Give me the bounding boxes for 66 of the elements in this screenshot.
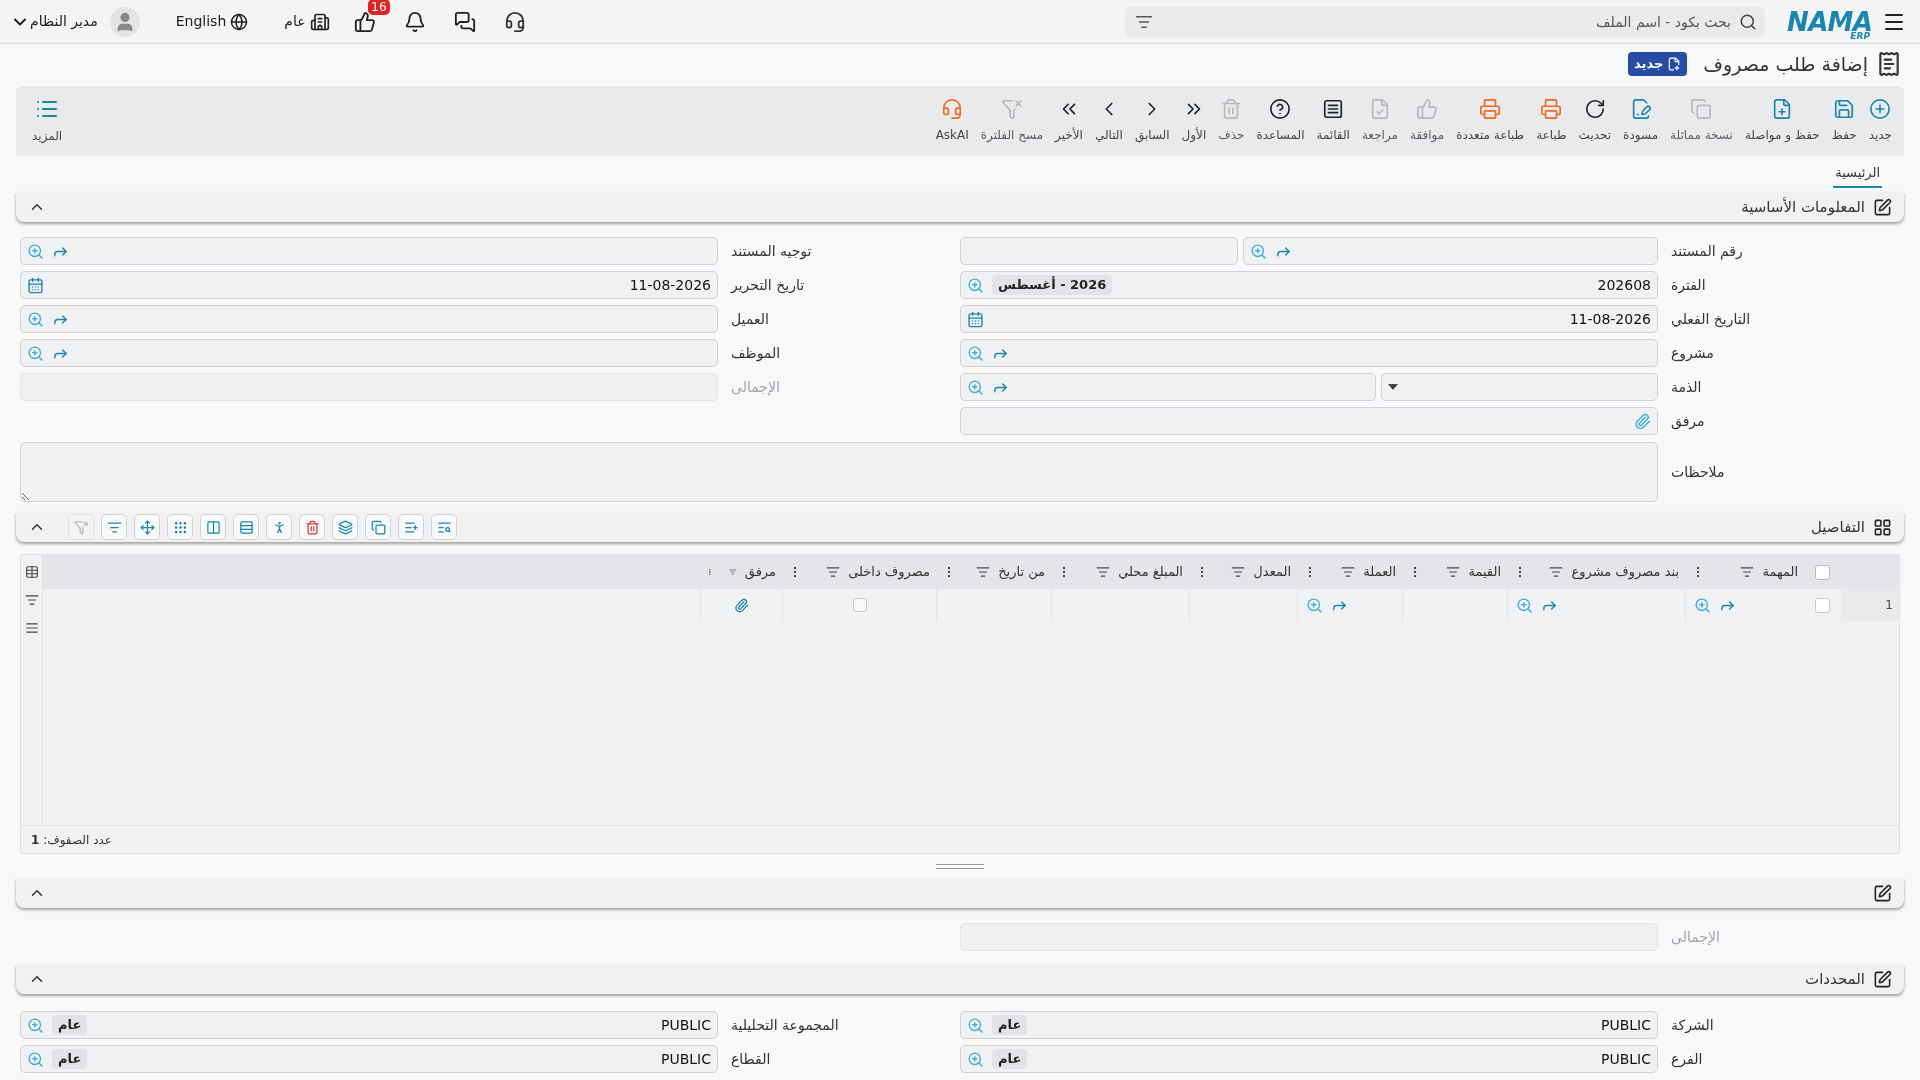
date-field[interactable]: 11-08-2026 bbox=[960, 305, 1658, 333]
field-label: الفرع bbox=[1671, 1051, 1703, 1067]
column-header[interactable]: المعدل bbox=[1189, 555, 1297, 589]
field-value: PUBLIC bbox=[661, 1015, 711, 1035]
field-value: PUBLIC bbox=[1601, 1015, 1651, 1035]
value-tag: عام bbox=[992, 1049, 1028, 1069]
field-label: تاريخ التحرير bbox=[731, 277, 805, 293]
toolbar-button[interactable]: الأخير bbox=[1049, 98, 1089, 144]
section-title: التفاصيل bbox=[1810, 516, 1865, 538]
field-label: الفترة bbox=[1671, 277, 1706, 293]
field-label: مرفق bbox=[1671, 413, 1705, 429]
toolbar-button[interactable]: الأول bbox=[1175, 98, 1213, 144]
tab[interactable]: الرئيسية bbox=[1833, 162, 1882, 188]
column-header[interactable]: من تاريخ bbox=[936, 555, 1051, 589]
date-field[interactable]: 11-08-2026 bbox=[20, 271, 718, 299]
column-header[interactable]: القيمة bbox=[1402, 555, 1507, 589]
field-label: الإجمالى bbox=[1671, 929, 1720, 945]
field-label: مشروع bbox=[1671, 345, 1714, 361]
row-number: 1 bbox=[1885, 597, 1893, 614]
toolbar-button[interactable]: طباعة bbox=[1530, 98, 1573, 144]
branch-button[interactable]: عام bbox=[284, 11, 330, 32]
field-label: العميل bbox=[731, 311, 769, 327]
toolbar-button[interactable]: القائمة bbox=[1310, 98, 1356, 144]
section-title: المحددات bbox=[1805, 968, 1865, 990]
value-tag: عام bbox=[52, 1049, 88, 1069]
field-label: الشركة bbox=[1671, 1017, 1714, 1033]
field-value: 11-08-2026 bbox=[629, 275, 711, 295]
column-header[interactable]: العملة bbox=[1297, 555, 1402, 589]
toolbar-button[interactable]: جديد bbox=[1862, 98, 1898, 144]
field-label: القطاع bbox=[731, 1051, 771, 1067]
field-label: توجيه المستند bbox=[731, 243, 812, 259]
field-label: المجموعة التحليلية bbox=[731, 1017, 839, 1033]
toolbar-button[interactable]: طباعة متعددة bbox=[1450, 98, 1531, 144]
field-value: 11-08-2026 bbox=[1569, 309, 1651, 329]
toolbar-button[interactable]: حفظ و مواصلة bbox=[1738, 98, 1826, 144]
user-menu[interactable]: مدير النظام bbox=[14, 11, 98, 32]
column-header[interactable]: مصروف داخلى bbox=[782, 555, 936, 589]
more-button[interactable]: المزيد bbox=[22, 97, 73, 145]
field-label: رقم المستند bbox=[1671, 243, 1743, 259]
toolbar-button[interactable]: السابق bbox=[1128, 98, 1176, 144]
field-label: الموظف bbox=[731, 345, 781, 361]
toolbar-button[interactable]: AskAI bbox=[929, 98, 975, 144]
toolbar-button[interactable]: تحديث bbox=[1572, 98, 1618, 144]
toolbar-button[interactable]: حفظ bbox=[1825, 98, 1863, 144]
notification-badge: 16 bbox=[368, 0, 390, 15]
field-value: 202608 bbox=[1597, 275, 1651, 295]
toolbar-button[interactable]: المساعدة bbox=[1250, 98, 1311, 144]
search-field[interactable]: بحث بكود - اسم الملف bbox=[1125, 6, 1766, 37]
field-label: ملاحظات bbox=[1671, 462, 1725, 482]
column-header[interactable]: المهمة bbox=[1685, 555, 1804, 589]
status-badge: جديد bbox=[1628, 52, 1688, 76]
page-title: إضافة طلب مصروف bbox=[1703, 51, 1868, 78]
section-title: المعلومات الأساسية bbox=[1741, 196, 1865, 218]
toolbar-button[interactable]: مسودة bbox=[1617, 98, 1665, 144]
field-label: الذمة bbox=[1671, 379, 1702, 395]
field-label: الإجمالى bbox=[731, 379, 780, 395]
language-button[interactable]: English bbox=[175, 11, 249, 32]
value-tag: 2026 - أغسطس bbox=[992, 275, 1113, 295]
field-label: التاريخ الفعلي bbox=[1671, 311, 1751, 327]
value-tag: عام bbox=[52, 1015, 88, 1035]
field-value: PUBLIC bbox=[1601, 1049, 1651, 1069]
field-value: PUBLIC bbox=[661, 1049, 711, 1069]
toolbar-button[interactable]: التالي bbox=[1088, 98, 1129, 144]
value-tag: عام bbox=[992, 1015, 1028, 1035]
column-header[interactable]: المبلغ محلي bbox=[1051, 555, 1189, 589]
column-header[interactable]: بند مصروف مشروع bbox=[1507, 555, 1685, 589]
